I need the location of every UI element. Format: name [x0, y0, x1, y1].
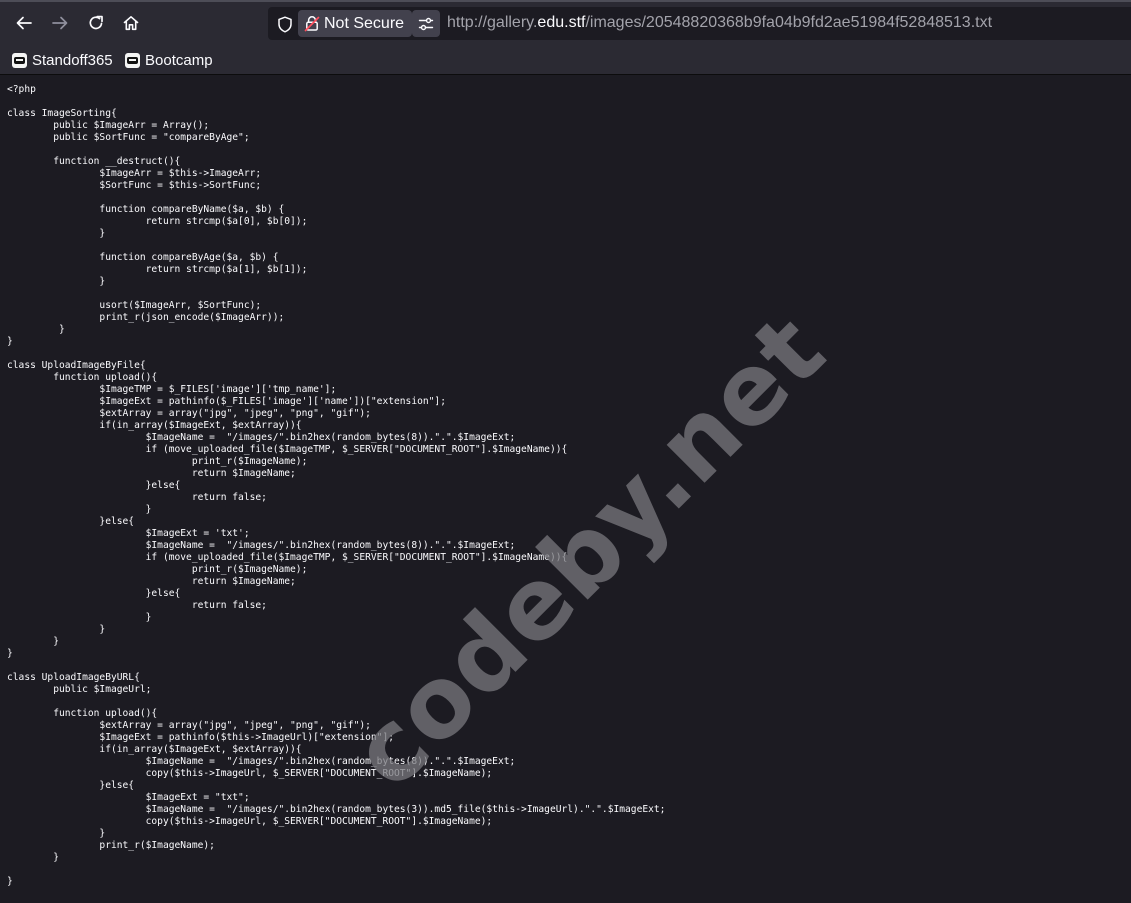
navigation-toolbar: Not Secure http://gallery.edu.stf/images…: [0, 0, 1131, 46]
back-button[interactable]: [9, 8, 39, 38]
bootcamp-icon: [125, 52, 140, 68]
bookmark-label: Bootcamp: [145, 51, 213, 69]
permissions-icon: [418, 17, 434, 30]
security-indicator[interactable]: Not Secure: [298, 10, 413, 37]
reload-icon: [89, 15, 103, 30]
url-host: edu.stf: [537, 14, 586, 31]
url-prefix: http://gallery.: [447, 14, 538, 31]
insecure-lock-icon: [304, 16, 320, 32]
browser-window: Not Secure http://gallery.edu.stf/images…: [0, 0, 1131, 903]
bookmark-bootcamp[interactable]: Bootcamp: [125, 49, 213, 71]
url-path: /images/20548820368b9fa04b9fd2ae51984f52…: [585, 14, 993, 31]
bookmark-standoff365[interactable]: Standoff365: [12, 49, 113, 71]
page-content: <?php class ImageSorting{ public $ImageA…: [0, 75, 1131, 903]
reload-button[interactable]: [81, 8, 111, 38]
arrow-right-icon: [52, 16, 68, 30]
arrow-left-icon: [16, 16, 32, 30]
source-code-text: <?php class ImageSorting{ public $ImageA…: [7, 84, 666, 887]
security-label: Not Secure: [324, 14, 405, 32]
forward-button[interactable]: [45, 8, 75, 38]
home-icon: [123, 16, 139, 31]
address-bar[interactable]: Not Secure http://gallery.edu.stf/images…: [268, 7, 1131, 40]
site-permissions-button[interactable]: [412, 10, 440, 37]
home-button[interactable]: [116, 8, 146, 38]
standoff-icon: [12, 52, 27, 68]
tracking-protection-button[interactable]: [274, 13, 296, 35]
bookmarks-toolbar: Standoff365 Bootcamp: [0, 46, 1131, 75]
shield-icon: [278, 15, 292, 33]
url-text[interactable]: http://gallery.edu.stf/images/2054882036…: [447, 14, 992, 32]
bookmark-label: Standoff365: [32, 51, 113, 69]
